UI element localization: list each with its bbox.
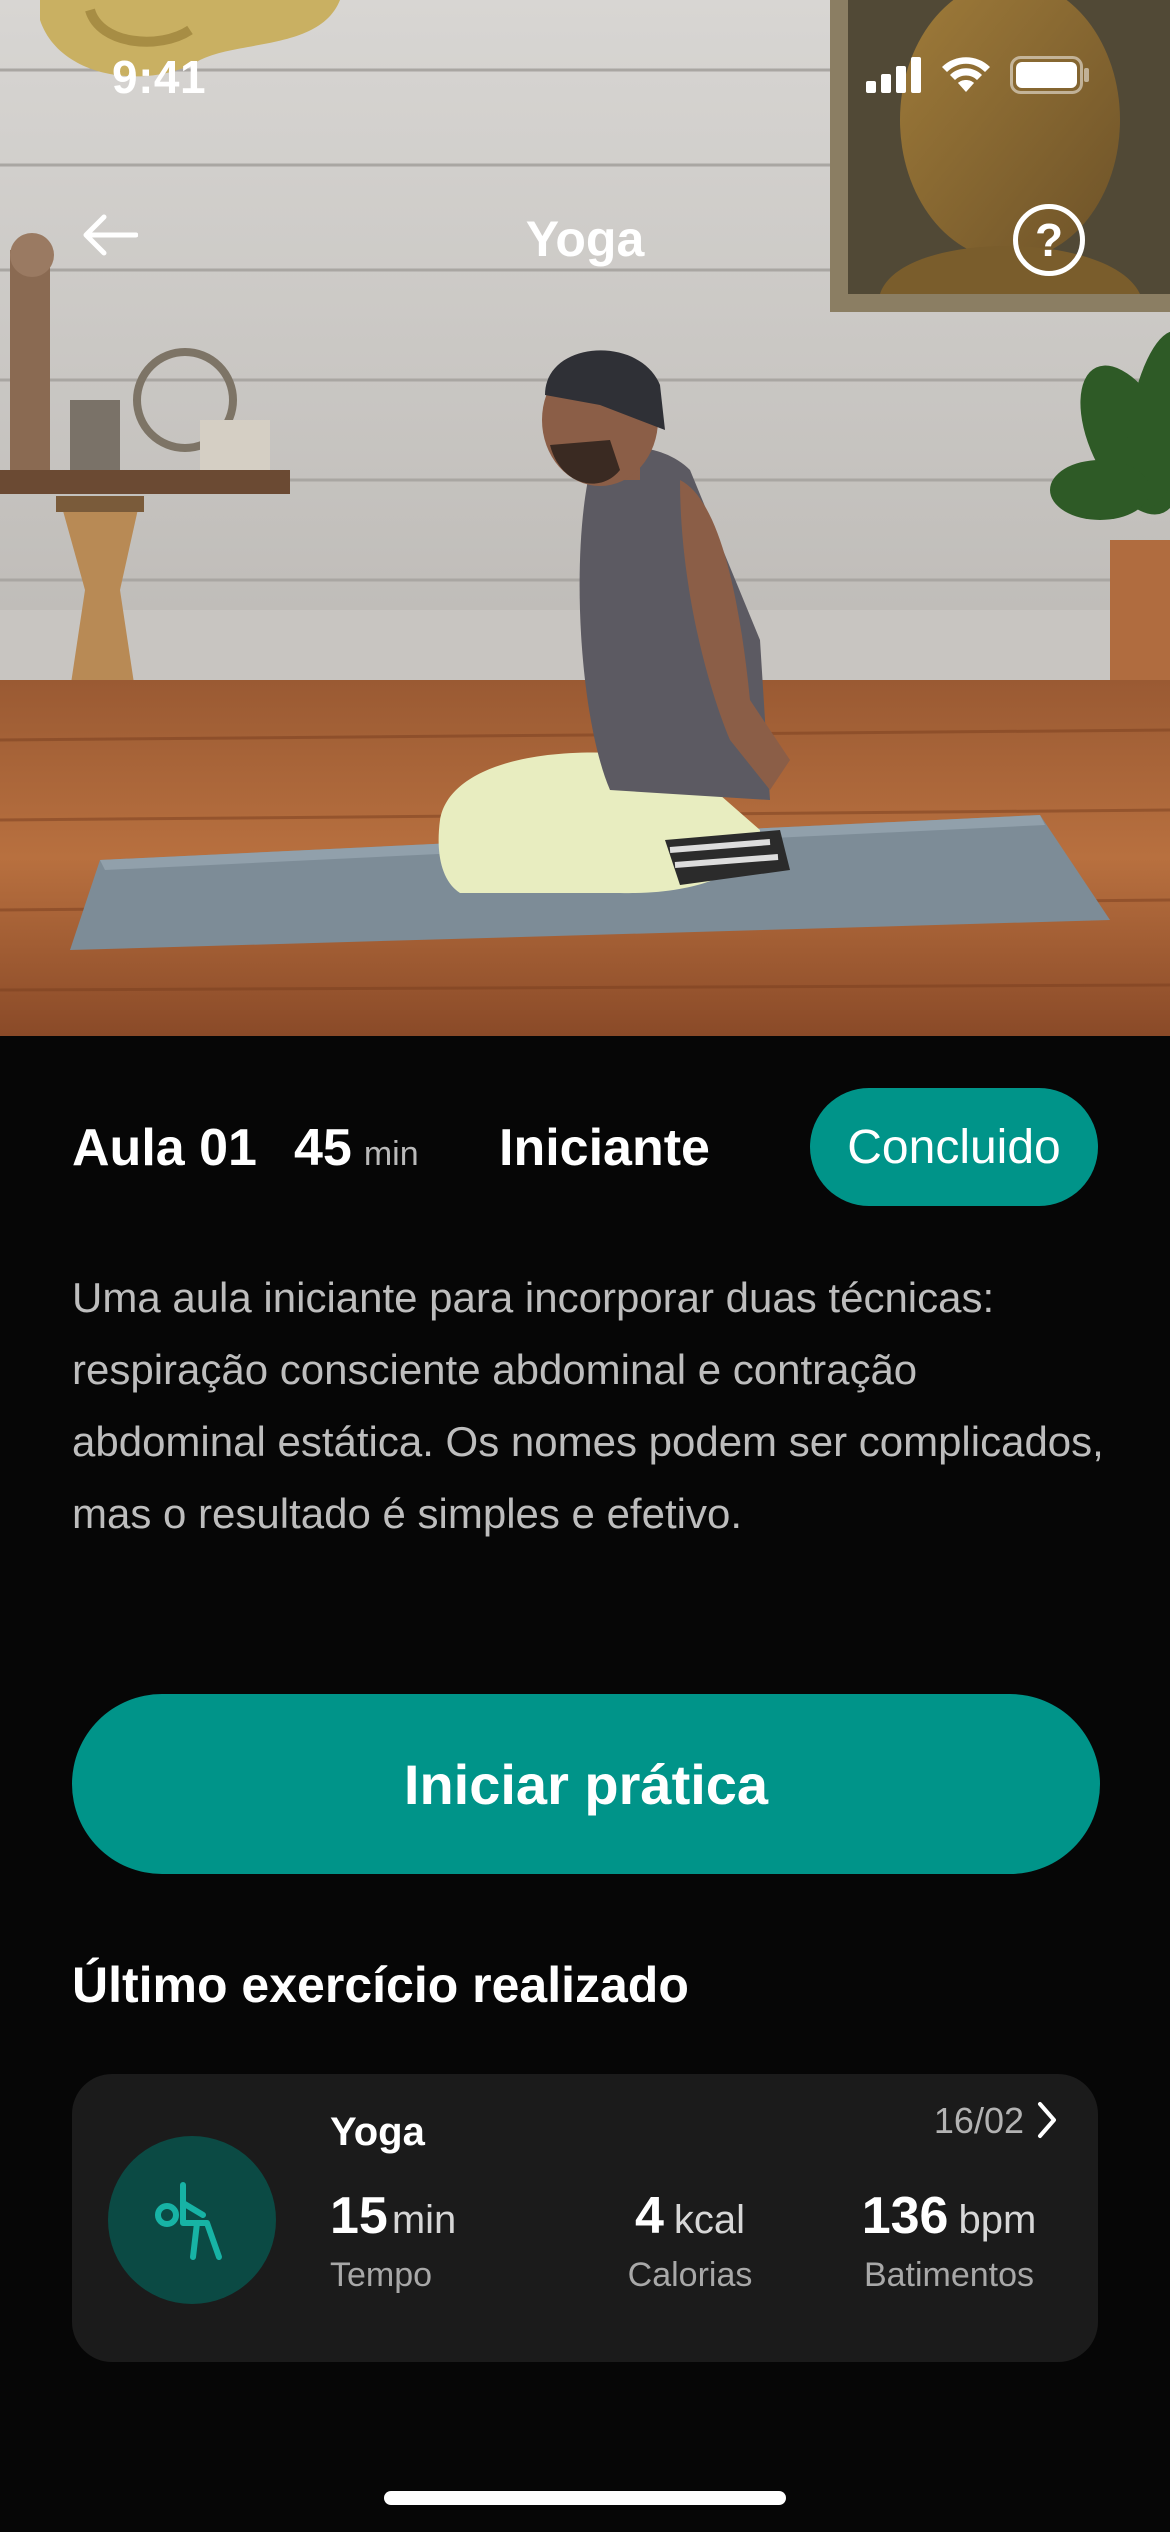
stat-heart-rate-label: Batimentos [863, 2256, 1035, 2294]
duration-unit: min [363, 1135, 419, 1173]
status-icons [866, 56, 1090, 94]
workout-name: Yoga [330, 2110, 425, 2154]
workout-date: 16/02 [933, 2100, 1024, 2141]
workout-icon-badge [108, 2136, 276, 2304]
stat-time-value: 15 [330, 2187, 388, 2245]
yoga-scene-illustration [0, 0, 1170, 1036]
lesson-duration: 45 min [294, 1118, 419, 1178]
hero-video-thumbnail[interactable]: 9:41 Yoga ? [0, 0, 1170, 1036]
help-button[interactable]: ? [1013, 204, 1085, 276]
stat-calories: 4 kcal Calorias [590, 2186, 790, 2295]
battery-icon [1010, 56, 1089, 94]
stat-calories-value: 4 [634, 2187, 664, 2245]
yoga-pose-icon [155, 2182, 222, 2260]
last-workout-card[interactable]: Yoga 16/02 15 min Tempo 4 kcal Calorias 13… [72, 2074, 1098, 2362]
duration-value: 45 [294, 1119, 352, 1177]
status-time: 9:41 [112, 51, 207, 103]
stat-time-unit: min [391, 2198, 457, 2242]
lesson-description: Uma aula iniciante para incorporar duas … [72, 1274, 1104, 1537]
status-bar: 9:41 [0, 0, 1170, 150]
stat-time-label: Tempo [330, 2256, 433, 2294]
home-indicator[interactable] [384, 2491, 786, 2505]
section-title-last-workout: Último exercício realizado [72, 1957, 689, 2013]
lesson-level: Iniciante [499, 1119, 710, 1177]
stat-heart-rate-value: 136 [861, 2187, 949, 2245]
status-badge: Concluido [810, 1088, 1098, 1206]
lesson-info-row: Aula 01 45 min Iniciante Concluido [72, 1088, 1098, 1208]
stat-heart-rate-unit: bpm [958, 2198, 1037, 2242]
stat-time: 15 min Tempo [330, 2186, 456, 2295]
page-title: Yoga [525, 211, 645, 267]
stat-calories-label: Calorias [627, 2256, 753, 2294]
wifi-icon [942, 57, 990, 92]
chevron-right-icon [1038, 2102, 1056, 2138]
question-circle-icon: ? [1034, 214, 1064, 266]
start-practice-button[interactable]: Iniciar prática [72, 1694, 1100, 1874]
stat-calories-unit: kcal [673, 2198, 746, 2242]
cellular-signal-icon [866, 57, 921, 93]
stat-heart-rate: 136 bpm Batimentos [824, 2186, 1074, 2295]
lesson-number: Aula 01 [72, 1119, 257, 1177]
